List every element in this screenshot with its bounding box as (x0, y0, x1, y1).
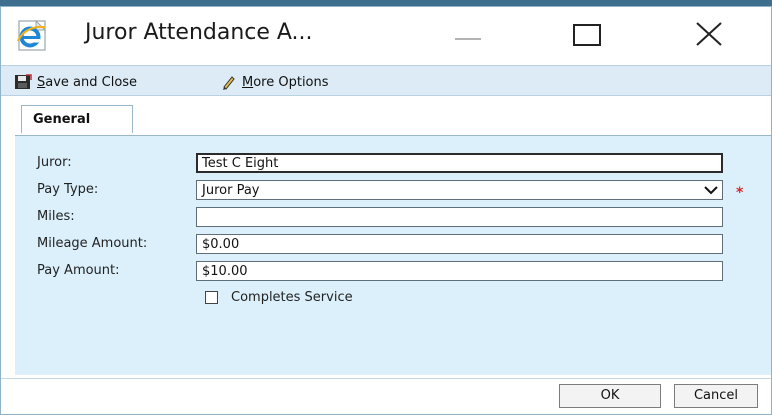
required-marker: * (736, 185, 744, 201)
dialog-window: Juror Attendance A... Save and Close Mor… (0, 6, 772, 415)
chevron-down-icon (704, 184, 718, 201)
ok-button[interactable]: OK (559, 384, 661, 408)
minimize-button[interactable] (451, 15, 495, 53)
minimize-icon (455, 38, 481, 40)
cancel-button[interactable]: Cancel (674, 384, 758, 408)
tab-general[interactable]: General (21, 105, 133, 133)
maximize-button[interactable] (566, 15, 610, 53)
pay-amount-field[interactable]: $10.00 (196, 261, 723, 281)
tab-strip: General (1, 101, 771, 133)
dialog-footer: OK Cancel (1, 378, 771, 414)
miles-field[interactable] (196, 207, 723, 227)
miles-label: Miles: (37, 209, 75, 224)
more-options-label: More Options (242, 74, 329, 90)
pay-amount-label: Pay Amount: (37, 263, 120, 278)
cancel-label: Cancel (693, 388, 739, 403)
completes-service-checkbox[interactable] (205, 291, 218, 304)
pay-type-value: Juror Pay (202, 183, 260, 198)
internet-explorer-icon (14, 19, 50, 51)
completes-service-option[interactable]: Completes Service (205, 290, 353, 305)
close-button[interactable] (687, 15, 731, 53)
mileage-amount-label: Mileage Amount: (37, 236, 148, 251)
window-title: Juror Attendance A... (85, 20, 313, 45)
mileage-amount-field[interactable]: $0.00 (196, 234, 723, 254)
more-options-button[interactable]: More Options (221, 72, 329, 92)
save-and-close-label: Save and Close (37, 74, 138, 90)
save-icon (15, 74, 32, 89)
pencil-icon (223, 76, 235, 90)
pay-type-label: Pay Type: (37, 182, 99, 197)
maximize-icon (573, 24, 601, 46)
toolbar: Save and Close More Options (1, 65, 771, 96)
pay-type-select[interactable]: Juror Pay (196, 180, 723, 200)
close-icon (696, 22, 722, 46)
ok-label: OK (600, 388, 620, 403)
juror-label: Juror: (37, 155, 72, 170)
title-bar[interactable]: Juror Attendance A... (1, 7, 771, 59)
juror-field[interactable]: Test C Eight (196, 153, 723, 173)
completes-service-label: Completes Service (231, 290, 353, 305)
save-and-close-button[interactable]: Save and Close (14, 72, 137, 92)
general-form-panel: Juror: Test C Eight Pay Type: Juror Pay … (15, 135, 771, 375)
